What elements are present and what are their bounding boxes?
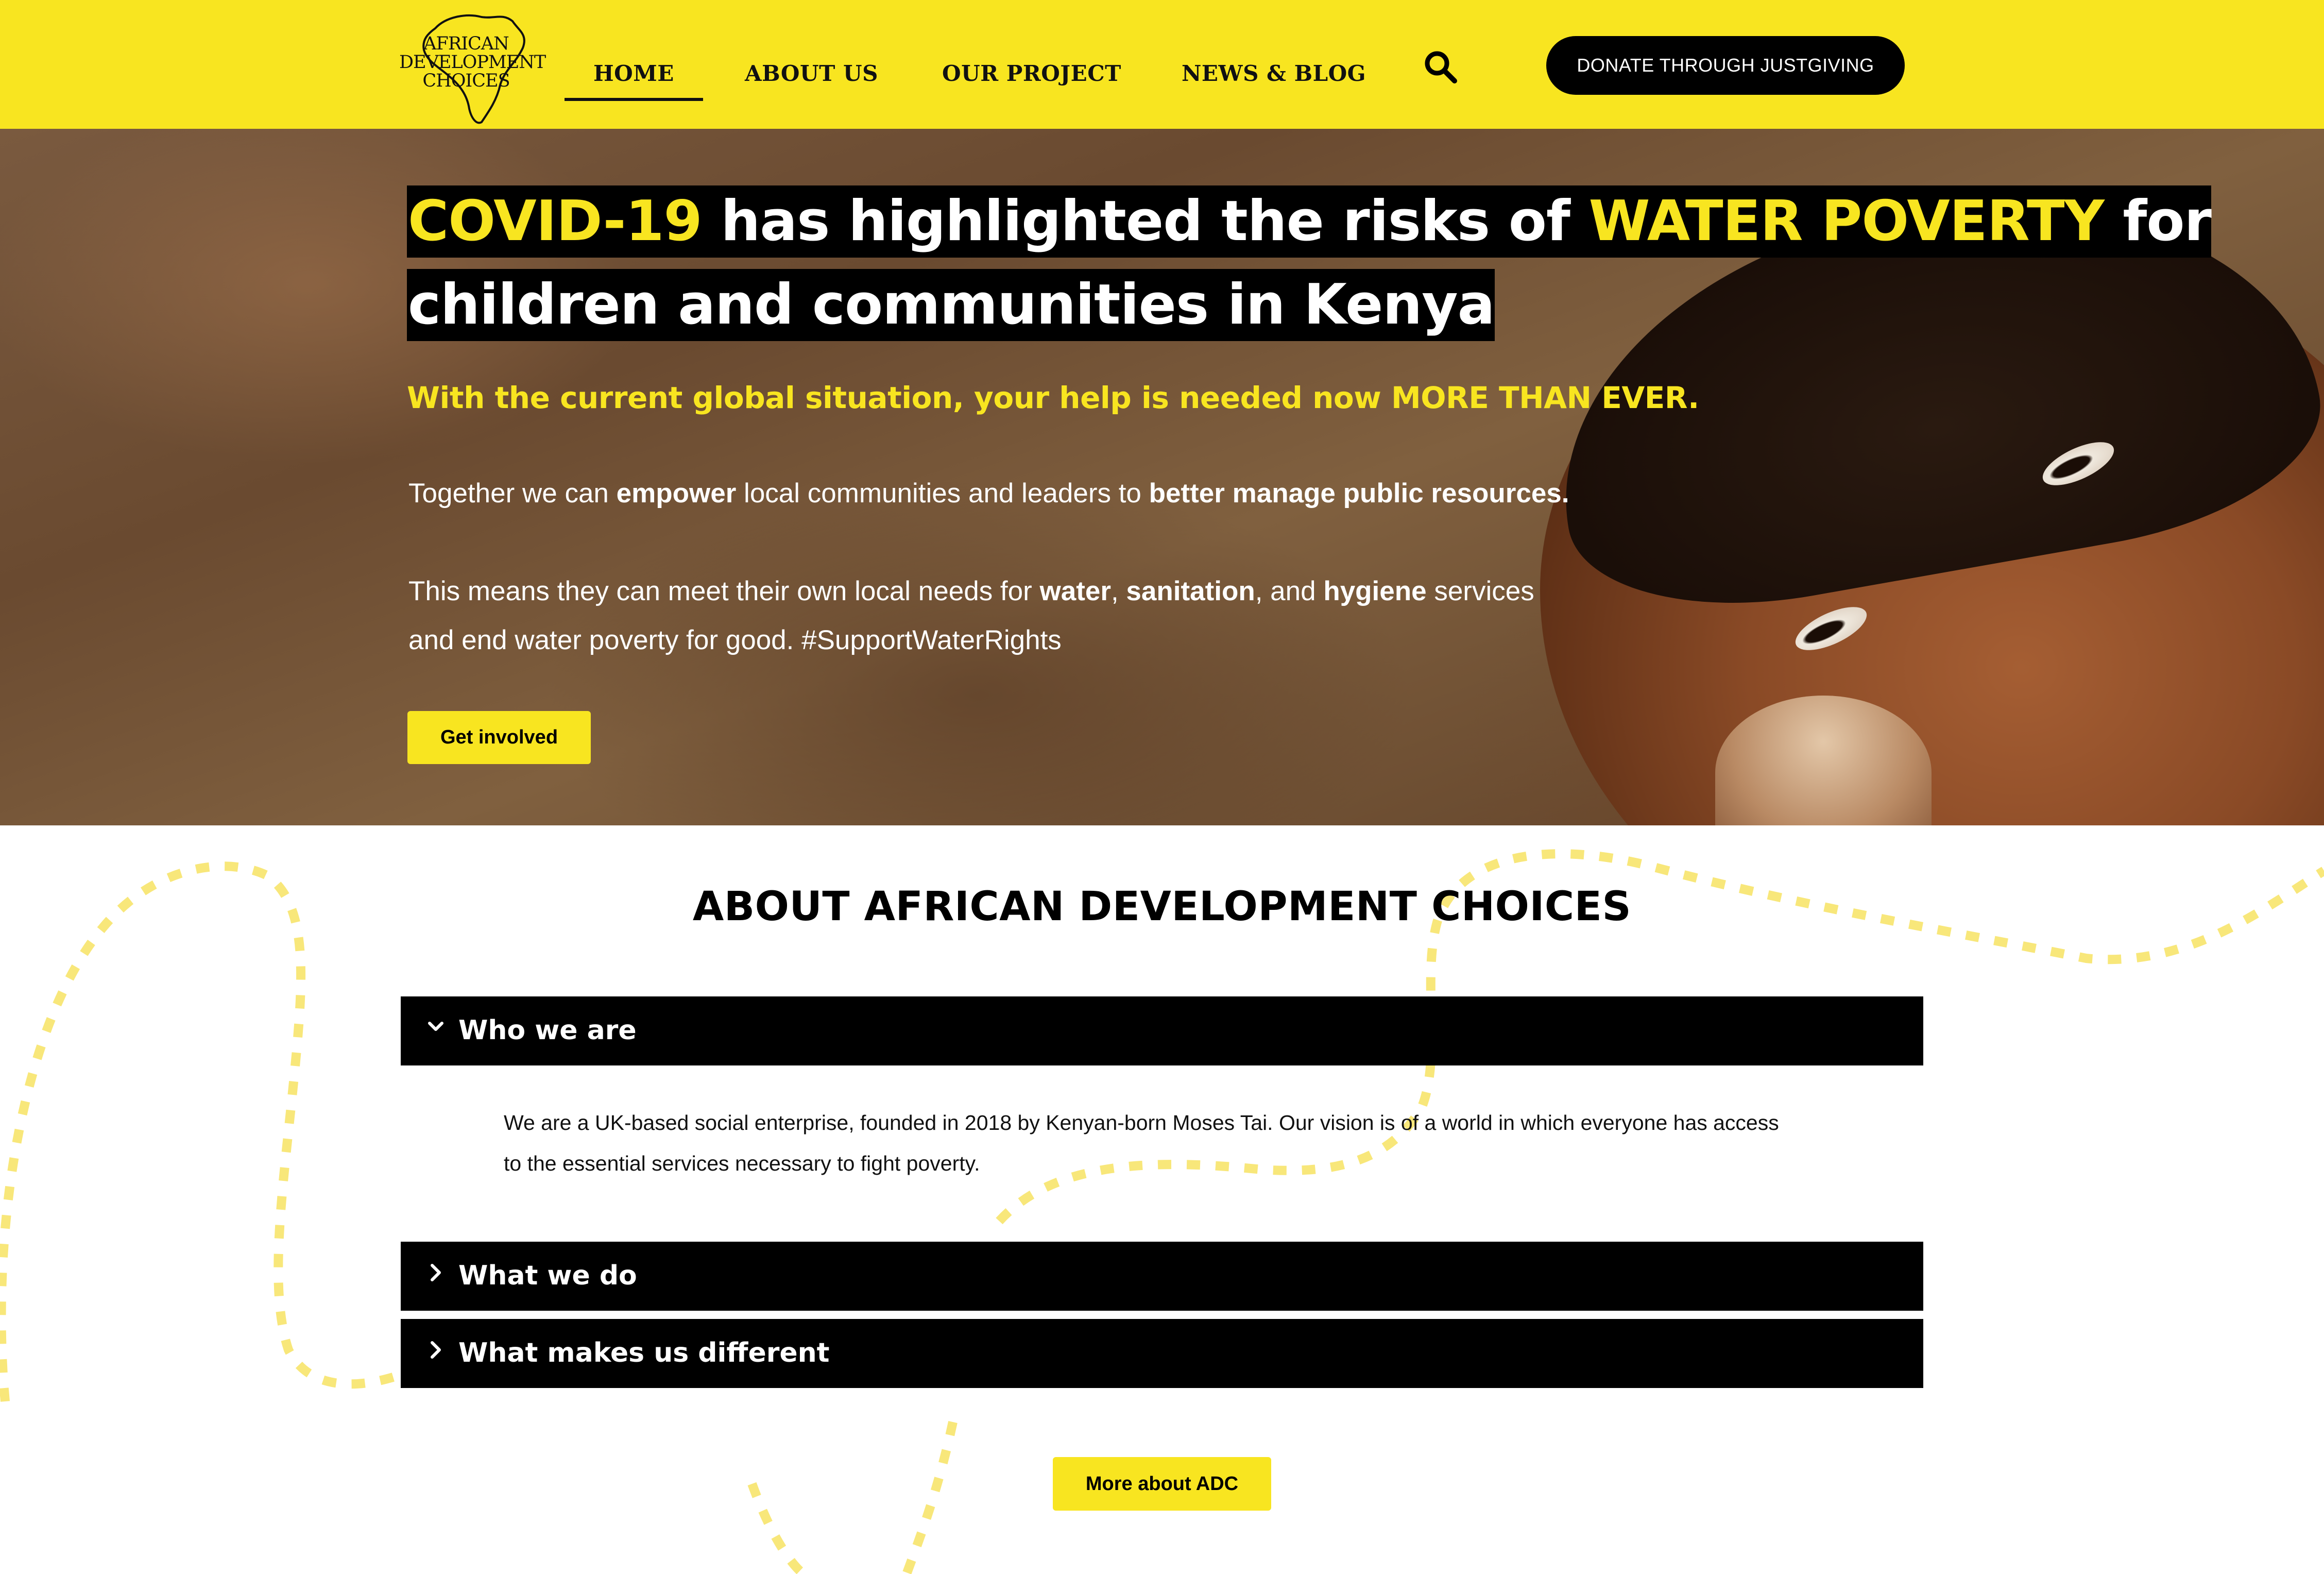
site-logo[interactable]: AFRICAN DEVELOPMENT CHOICES: [399, 8, 546, 126]
hero-paragraph-2-line-2: and end water poverty for good. #Support…: [408, 625, 1062, 655]
site-header: AFRICAN DEVELOPMENT CHOICES HOME ABOUT U…: [0, 0, 2324, 129]
hero-title-line-2: children and communities in Kenya: [407, 269, 1495, 341]
text: This means they can meet their own local…: [408, 576, 1040, 606]
hero-paragraph-2: This means they can meet their own local…: [408, 567, 1534, 616]
hero-paragraph-1: Together we can empower local communitie…: [408, 469, 1569, 518]
accordion-label: Who we are: [458, 1015, 637, 1046]
hero-banner: COVID-19 has highlighted the risks of WA…: [0, 129, 2324, 825]
accordion-what-makes-us-different[interactable]: What makes us different: [401, 1319, 1923, 1388]
text-bold: better manage public resources.: [1149, 478, 1569, 509]
accordion-body-line-2: to the essential services necessary to f…: [504, 1152, 980, 1175]
hero-subtitle: With the current global situation, your …: [407, 380, 1699, 415]
highlight-covid: COVID-19: [408, 189, 703, 253]
chevron-right-icon: [431, 1264, 441, 1281]
nav-news-blog[interactable]: NEWS & BLOG: [1182, 61, 1366, 92]
hero-title: COVID-19 has highlighted the risks of WA…: [407, 185, 2212, 341]
text-bold: empower: [616, 478, 737, 509]
text: ,: [1110, 576, 1126, 606]
title-text: has highlighted the risks of: [702, 189, 1589, 253]
nav-our-project[interactable]: OUR PROJECT: [942, 61, 1121, 92]
chevron-down-icon: [428, 1022, 443, 1031]
nav-about-us[interactable]: ABOUT US: [745, 61, 878, 92]
logo-line-1: AFRICAN: [423, 33, 509, 54]
chevron-right-icon: [431, 1341, 441, 1359]
more-about-adc-button[interactable]: More about ADC: [1053, 1457, 1271, 1511]
donate-button[interactable]: DONATE THROUGH JUSTGIVING: [1546, 36, 1905, 95]
nav-home[interactable]: HOME: [565, 61, 703, 101]
highlight-water-poverty: WATER POVERTY: [1588, 189, 2105, 253]
text: local communities and leaders to: [736, 478, 1149, 509]
about-section-title: ABOUT AFRICAN DEVELOPMENT CHOICES: [692, 884, 1632, 930]
accordion-what-we-do[interactable]: What we do: [401, 1242, 1923, 1311]
accordion-who-we-are[interactable]: Who we are: [401, 996, 1923, 1065]
accordion-body-line-1: We are a UK-based social enterprise, fou…: [504, 1111, 1779, 1135]
hero-title-line-1: COVID-19 has highlighted the risks of WA…: [407, 185, 2212, 258]
logo-line-3: CHOICES: [422, 71, 510, 91]
logo-line-2: DEVELOPMENT: [399, 52, 546, 73]
accordion-who-we-are-content: We are a UK-based social enterprise, fou…: [504, 1103, 1853, 1184]
text: services: [1426, 576, 1534, 606]
text: Together we can: [408, 478, 617, 509]
accordion-label: What makes us different: [458, 1338, 830, 1368]
title-text: for: [2104, 189, 2211, 253]
get-involved-button[interactable]: Get involved: [407, 711, 591, 764]
search-icon[interactable]: [1423, 49, 1459, 85]
text-bold: hygiene: [1323, 576, 1427, 606]
text: , and: [1255, 576, 1324, 606]
accordion-label: What we do: [458, 1260, 637, 1291]
text-bold: water: [1039, 576, 1111, 606]
text-bold: sanitation: [1126, 576, 1255, 606]
